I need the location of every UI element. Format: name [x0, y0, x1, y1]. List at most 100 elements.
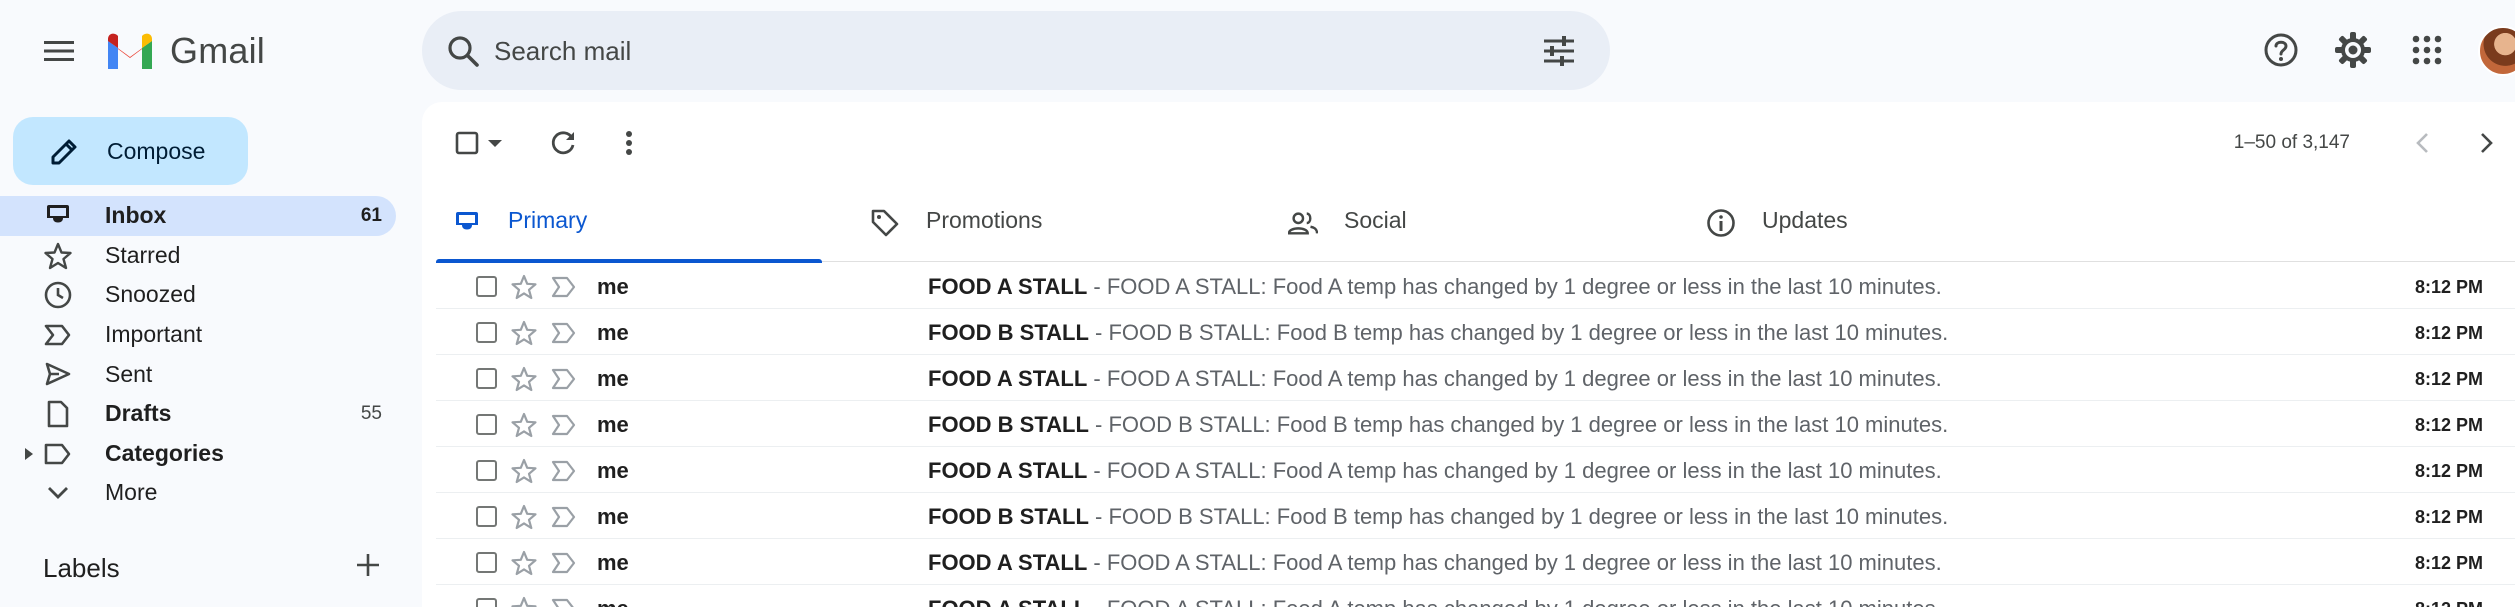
- email-subject: FOOD B STALL: [928, 320, 1089, 345]
- account-avatar[interactable]: [2478, 26, 2515, 76]
- important-marker-icon[interactable]: [550, 550, 578, 576]
- row-checkbox[interactable]: [476, 414, 497, 435]
- row-checkbox[interactable]: [476, 506, 497, 527]
- email-preview: FOOD A STALL - FOOD A STALL: Food A temp…: [928, 274, 1942, 300]
- draft-count: 55: [360, 402, 382, 424]
- email-row[interactable]: me FOOD B STALL - FOOD B STALL: Food B te…: [436, 401, 2515, 447]
- tab-label: Social: [1344, 207, 1407, 233]
- sidebar-item-sent[interactable]: Sent: [0, 354, 396, 394]
- sidebar: Compose Inbox 61 Starred Snoozed Importa…: [0, 102, 410, 607]
- email-time: 8:12 PM: [2414, 461, 2483, 481]
- older-page-button[interactable]: [2401, 122, 2443, 164]
- email-row[interactable]: me FOOD A STALL - FOOD A STALL: Food A te…: [436, 447, 2515, 493]
- newer-page-button[interactable]: [2466, 122, 2508, 164]
- tab-promotions[interactable]: Promotions: [854, 182, 1272, 262]
- tab-primary[interactable]: Primary: [436, 182, 854, 263]
- important-marker-icon[interactable]: [550, 596, 578, 607]
- email-preview: FOOD B STALL - FOOD B STALL: Food B temp…: [928, 504, 1948, 530]
- sidebar-item-starred[interactable]: Starred: [0, 236, 396, 276]
- search-options-button[interactable]: [1538, 30, 1580, 72]
- email-row[interactable]: me FOOD B STALL - FOOD B STALL: Food B te…: [436, 493, 2515, 539]
- email-separator: -: [1087, 366, 1107, 391]
- important-icon: [44, 321, 72, 349]
- settings-button[interactable]: [2327, 24, 2379, 76]
- star-icon[interactable]: [510, 319, 538, 347]
- sidebar-item-drafts[interactable]: Drafts 55: [0, 394, 396, 434]
- tab-updates[interactable]: Updates: [1690, 182, 2108, 262]
- star-icon[interactable]: [510, 595, 538, 607]
- tab-social[interactable]: Social: [1272, 182, 1690, 262]
- row-checkbox[interactable]: [476, 598, 497, 607]
- email-time: 8:12 PM: [2414, 323, 2483, 343]
- email-separator: -: [1088, 320, 1109, 345]
- gmail-logo[interactable]: Gmail: [104, 30, 265, 72]
- sidebar-item-label: Important: [105, 321, 203, 348]
- sidebar-item-categories[interactable]: Categories: [0, 434, 396, 474]
- email-separator: -: [1088, 504, 1109, 529]
- email-time: 8:12 PM: [2414, 277, 2483, 297]
- sidebar-item-inbox[interactable]: Inbox 61: [0, 196, 396, 236]
- main-menu-button[interactable]: [30, 22, 88, 80]
- email-row[interactable]: me FOOD A STALL - FOOD A STALL: Food A te…: [436, 355, 2515, 401]
- compose-label: Compose: [107, 137, 206, 164]
- sidebar-item-important[interactable]: Important: [0, 315, 396, 355]
- create-label-button[interactable]: [350, 547, 386, 583]
- email-sender: me: [597, 320, 629, 345]
- email-time: 8:12 PM: [2414, 415, 2483, 435]
- email-separator: -: [1088, 412, 1109, 437]
- important-marker-icon[interactable]: [550, 504, 578, 530]
- email-row[interactable]: me FOOD A STALL - FOOD A STALL: Food A te…: [436, 263, 2515, 309]
- expand-arrow-icon[interactable]: [24, 447, 34, 461]
- star-icon[interactable]: [510, 273, 538, 301]
- google-apps-button[interactable]: [2401, 24, 2453, 76]
- plus-icon: [357, 554, 379, 576]
- email-subject: FOOD B STALL: [928, 412, 1089, 437]
- support-button[interactable]: [2255, 24, 2307, 76]
- important-marker-icon[interactable]: [550, 366, 578, 392]
- star-icon[interactable]: [510, 549, 538, 577]
- email-snippet: FOOD A STALL: Food A temp has changed by…: [1106, 274, 1942, 299]
- row-checkbox[interactable]: [476, 552, 497, 573]
- email-row[interactable]: me FOOD A STALL - FOOD A STALL: Food A te…: [436, 539, 2515, 585]
- important-marker-icon[interactable]: [550, 458, 578, 484]
- email-time: 8:12 PM: [2414, 507, 2483, 527]
- unread-count: 61: [360, 204, 382, 226]
- important-marker-icon[interactable]: [550, 274, 578, 300]
- row-checkbox[interactable]: [476, 322, 497, 343]
- row-checkbox[interactable]: [476, 368, 497, 389]
- row-checkbox[interactable]: [476, 276, 497, 297]
- search-button[interactable]: [442, 30, 484, 72]
- gmail-app: Gmail Search mail Compose Inbox 61 Starr…: [0, 0, 2515, 607]
- star-icon[interactable]: [510, 365, 538, 393]
- star-icon[interactable]: [510, 457, 538, 485]
- select-all-dropdown[interactable]: [448, 122, 510, 164]
- sidebar-item-snoozed[interactable]: Snoozed: [0, 275, 396, 315]
- email-row[interactable]: me FOOD A STALL - FOOD A STALL: Food A te…: [436, 585, 2515, 607]
- search-input[interactable]: [494, 29, 1394, 73]
- email-preview: FOOD B STALL - FOOD B STALL: Food B temp…: [928, 320, 1948, 346]
- refresh-button[interactable]: [542, 122, 584, 164]
- sidebar-item-label: Snoozed: [105, 281, 196, 308]
- sidebar-item-more[interactable]: More: [0, 473, 396, 513]
- compose-button[interactable]: Compose: [13, 117, 248, 185]
- chevron-right-icon: [2481, 133, 2493, 153]
- important-marker-icon[interactable]: [550, 320, 578, 346]
- star-icon[interactable]: [510, 411, 538, 439]
- chevron-left-icon: [2416, 133, 2428, 153]
- email-time: 8:12 PM: [2414, 553, 2483, 573]
- email-snippet: FOOD B STALL: Food B temp has changed by…: [1108, 320, 1949, 345]
- email-snippet: FOOD A STALL: Food A temp has changed by…: [1106, 458, 1942, 483]
- row-checkbox[interactable]: [476, 460, 497, 481]
- tab-label: Promotions: [926, 207, 1043, 233]
- email-row[interactable]: me FOOD B STALL - FOOD B STALL: Food B te…: [436, 309, 2515, 355]
- checkbox-dropdown-icon: [455, 131, 502, 155]
- important-marker-icon[interactable]: [550, 412, 578, 438]
- gear-icon: [2335, 32, 2371, 68]
- star-icon[interactable]: [510, 503, 538, 531]
- email-separator: -: [1087, 596, 1107, 607]
- gmail-wordmark: Gmail: [170, 30, 266, 71]
- search-bar[interactable]: [422, 11, 1610, 90]
- more-actions-button[interactable]: [608, 122, 650, 164]
- apps-grid-icon: [2412, 35, 2442, 65]
- email-snippet: FOOD B STALL: Food B temp has changed by…: [1108, 412, 1949, 437]
